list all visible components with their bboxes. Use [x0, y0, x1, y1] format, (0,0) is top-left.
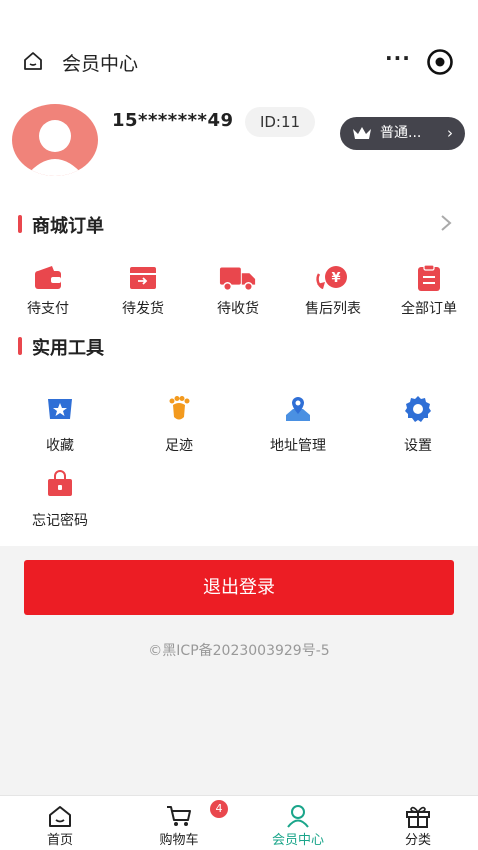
tool-footprint[interactable]: 足迹 [134, 395, 224, 455]
star-bookmark-icon [48, 399, 72, 419]
home-icon[interactable] [22, 50, 44, 72]
user-icon [287, 805, 309, 828]
avatar[interactable] [12, 104, 98, 176]
vip-level-label: 普通... [380, 125, 422, 141]
wallet-icon [35, 266, 61, 289]
more-dots-icon[interactable]: ··· [385, 46, 411, 70]
cart-count-badge: 4 [210, 800, 228, 818]
clipboard-icon [418, 264, 440, 291]
footprint-icon [169, 396, 190, 420]
tab-member-center[interactable]: 会员中心 [258, 804, 338, 848]
tool-favorites[interactable]: 收藏 [15, 395, 105, 455]
tool-forgot-password[interactable]: 忘记密码 [15, 470, 105, 530]
order-pending-receipt[interactable]: 待收货 [198, 264, 278, 318]
chevron-right-icon: › [447, 124, 453, 142]
home-icon [49, 806, 71, 827]
default-user-icon [26, 120, 84, 176]
gear-icon [405, 396, 431, 422]
order-all[interactable]: 全部订单 [389, 264, 469, 318]
refund-icon: ¥ [316, 266, 347, 290]
vip-level-button[interactable]: 普通... › [340, 117, 465, 150]
tool-address[interactable]: 地址管理 [253, 395, 343, 455]
tab-label: 分类 [404, 833, 431, 848]
icp-notice[interactable]: ©黑ICP备2023003929号-5 [0, 640, 478, 660]
truck-icon [219, 267, 256, 292]
logout-button[interactable]: 退出登录 [24, 560, 454, 615]
tab-label: 首页 [46, 833, 73, 848]
order-label: 售后列表 [305, 301, 361, 317]
tool-label: 忘记密码 [32, 513, 88, 529]
order-label: 全部订单 [401, 301, 457, 317]
tool-label: 足迹 [165, 438, 193, 454]
order-label: 待收货 [217, 301, 259, 317]
bottom-tab-bar: 首页 购物车 会员中心 分类 [0, 795, 478, 850]
order-pending-shipment[interactable]: 待发货 [103, 264, 183, 318]
user-phone: 15*******49 [112, 110, 234, 131]
tab-category[interactable]: 分类 [378, 804, 458, 848]
tab-cart[interactable]: 购物车 [139, 804, 219, 848]
user-id-badge: ID:11 [245, 107, 315, 137]
crown-icon [353, 127, 371, 139]
order-label: 待发货 [122, 301, 164, 317]
orders-section-title: 商城订单 [18, 212, 104, 238]
svg-text:¥: ¥ [331, 271, 340, 286]
map-icon [286, 397, 310, 421]
target-icon[interactable] [425, 47, 455, 77]
tool-label: 收藏 [46, 438, 74, 454]
tools-section-title: 实用工具 [18, 334, 104, 360]
tool-label: 设置 [404, 438, 432, 454]
order-after-sales[interactable]: ¥ 售后列表 [293, 264, 373, 318]
tab-label: 购物车 [159, 833, 199, 848]
top-bar: 会员中心 ··· [0, 40, 478, 84]
order-pending-payment[interactable]: 待支付 [8, 264, 88, 318]
cart-icon [167, 806, 191, 826]
lock-bag-icon [48, 470, 72, 496]
tool-label: 地址管理 [270, 438, 326, 454]
tab-home[interactable]: 首页 [20, 804, 100, 848]
box-icon [130, 267, 156, 289]
tab-label: 会员中心 [271, 833, 324, 848]
chevron-right-icon[interactable] [438, 212, 454, 234]
order-label: 待支付 [27, 301, 69, 317]
page-title: 会员中心 [62, 53, 139, 75]
gift-icon [406, 806, 430, 828]
tool-settings[interactable]: 设置 [373, 395, 463, 455]
